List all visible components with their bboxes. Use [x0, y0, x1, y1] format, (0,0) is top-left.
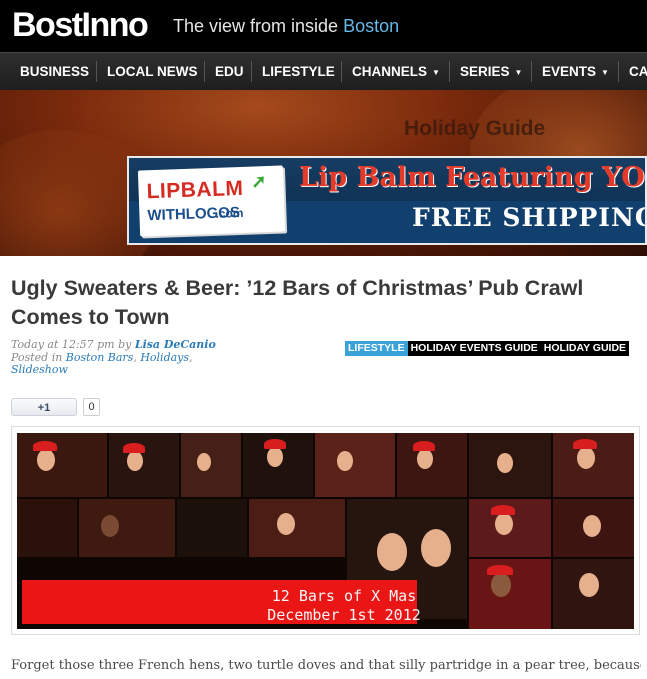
site-tagline: The view from inside Boston — [173, 15, 399, 37]
nav-item-edu[interactable]: EDU — [215, 53, 244, 90]
photo-collage: 12 Bars of X Mas December 1st 2012 — [17, 433, 634, 629]
site-logo[interactable]: BostInno — [12, 5, 149, 45]
category-link-holidays[interactable]: Holidays — [140, 351, 189, 364]
nav-item-label: EDU — [215, 64, 244, 79]
article-tags: LIFESTYLE HOLIDAY EVENTS GUIDE HOLIDAY GUI… — [345, 341, 630, 356]
person-face — [101, 515, 119, 537]
person-face — [277, 513, 295, 535]
person-face — [495, 513, 513, 535]
photo-tile — [109, 433, 179, 497]
arrow-icon: ➚ — [250, 171, 267, 192]
santa-hat — [487, 565, 513, 575]
tag-holiday-guide[interactable]: HOLIDAY GUIDE — [540, 341, 630, 356]
nav-item-label: LIFESTYLE — [262, 64, 335, 79]
photo-tile — [249, 499, 345, 557]
santa-hat — [123, 443, 145, 453]
person-face — [491, 573, 511, 597]
banner-title: Holiday Guide — [404, 117, 546, 140]
nav-divider — [618, 61, 619, 82]
photo-tile — [79, 499, 175, 557]
photo-tile — [17, 433, 107, 497]
ad-logo-line1: LIPBALM — [146, 176, 244, 204]
person-face — [421, 529, 451, 567]
author-link[interactable]: Lisa DeCanio — [135, 338, 216, 351]
nav-item-channels[interactable]: CHANNELS ▼ — [352, 53, 440, 90]
nav-item-business[interactable]: BUSINESS — [20, 53, 89, 90]
nav-item-more[interactable]: CA — [629, 53, 647, 90]
person-face — [577, 447, 595, 469]
collage-caption: 12 Bars of X Mas December 1st 2012 — [239, 587, 449, 625]
category-link-boston-bars[interactable]: Boston Bars — [66, 351, 134, 364]
ad-shipping: FREE SHIPPING — [412, 203, 647, 232]
nav-divider — [96, 61, 97, 82]
person-face — [37, 449, 55, 471]
nav-divider — [251, 61, 252, 82]
santa-hat — [573, 439, 597, 449]
person-face — [417, 449, 433, 469]
article-title: Ugly Sweaters & Beer: ’12 Bars of Christ… — [11, 276, 584, 329]
nav-divider — [341, 61, 342, 82]
caption-line-1: 12 Bars of X Mas — [271, 587, 417, 605]
tagline-text: The view from inside — [173, 16, 339, 36]
photo-tile — [181, 433, 241, 497]
site-header: BostInno The view from inside Boston — [0, 0, 647, 52]
person-face — [579, 573, 599, 597]
santa-hat — [264, 439, 286, 449]
article-meta: Today at 12:57 pm by Lisa DeCanio Posted… — [11, 338, 216, 376]
person-face — [337, 451, 353, 471]
post-by: by — [118, 338, 132, 351]
santa-hat — [33, 441, 57, 451]
nav-item-events[interactable]: EVENTS ▼ — [542, 53, 609, 90]
nav-item-local-news[interactable]: LOCAL NEWS — [107, 53, 198, 90]
nav-divider — [204, 61, 205, 82]
ad-slogan: Lip Balm Featuring YO — [299, 162, 645, 193]
person-face — [267, 447, 283, 467]
person-face — [197, 453, 211, 471]
photo-tile — [315, 433, 395, 497]
main-nav: BUSINESS LOCAL NEWS EDU LIFESTYLE CHANNE… — [0, 52, 647, 90]
person-face — [127, 451, 143, 471]
nav-item-label: CHANNELS — [352, 64, 428, 79]
plus-one-count: 0 — [83, 398, 100, 416]
ad-logo: LIPBALM ➚ WITHLOGOS .com — [137, 165, 286, 237]
nav-item-label: BUSINESS — [20, 64, 90, 79]
caption-line-2: December 1st 2012 — [267, 606, 421, 624]
nav-divider — [531, 61, 532, 82]
tag-lifestyle[interactable]: LIFESTYLE — [345, 341, 408, 356]
nav-item-label: EVENTS — [542, 64, 597, 79]
photo-tile — [17, 499, 77, 557]
nav-item-lifestyle[interactable]: LIFESTYLE — [262, 53, 335, 90]
person-face — [497, 453, 513, 473]
posted-in-label: Posted in — [11, 350, 63, 364]
post-time: Today at 12:57 pm — [11, 338, 115, 351]
person-face — [583, 515, 601, 537]
nav-item-label: CA — [629, 64, 647, 79]
chevron-down-icon: ▼ — [601, 67, 609, 77]
tagline-city: Boston — [343, 16, 400, 36]
santa-hat — [413, 441, 435, 451]
nav-item-series[interactable]: SERIES ▼ — [460, 53, 522, 90]
article-body: Forget those three French hens, two turt… — [11, 658, 641, 673]
chevron-down-icon: ▼ — [514, 67, 523, 77]
nav-item-label: LOCAL NEWS — [107, 64, 198, 79]
advertisement-banner[interactable]: LIPBALM ➚ WITHLOGOS .com Lip Balm Featur… — [127, 156, 647, 245]
photo-tile — [177, 499, 247, 557]
tag-holiday-events-guide[interactable]: HOLIDAY EVENTS GUIDE — [407, 341, 541, 356]
nav-divider — [449, 61, 450, 82]
ad-logo-suffix: .com — [215, 205, 244, 221]
santa-hat — [491, 505, 515, 515]
chevron-down-icon: ▼ — [432, 67, 440, 77]
article-image[interactable]: 12 Bars of X Mas December 1st 2012 — [11, 426, 640, 635]
nav-item-label: SERIES — [460, 64, 510, 79]
person-face — [377, 533, 407, 571]
google-plus-one-button[interactable]: +1 — [11, 398, 77, 416]
category-link-slideshow[interactable]: Slideshow — [11, 363, 68, 376]
